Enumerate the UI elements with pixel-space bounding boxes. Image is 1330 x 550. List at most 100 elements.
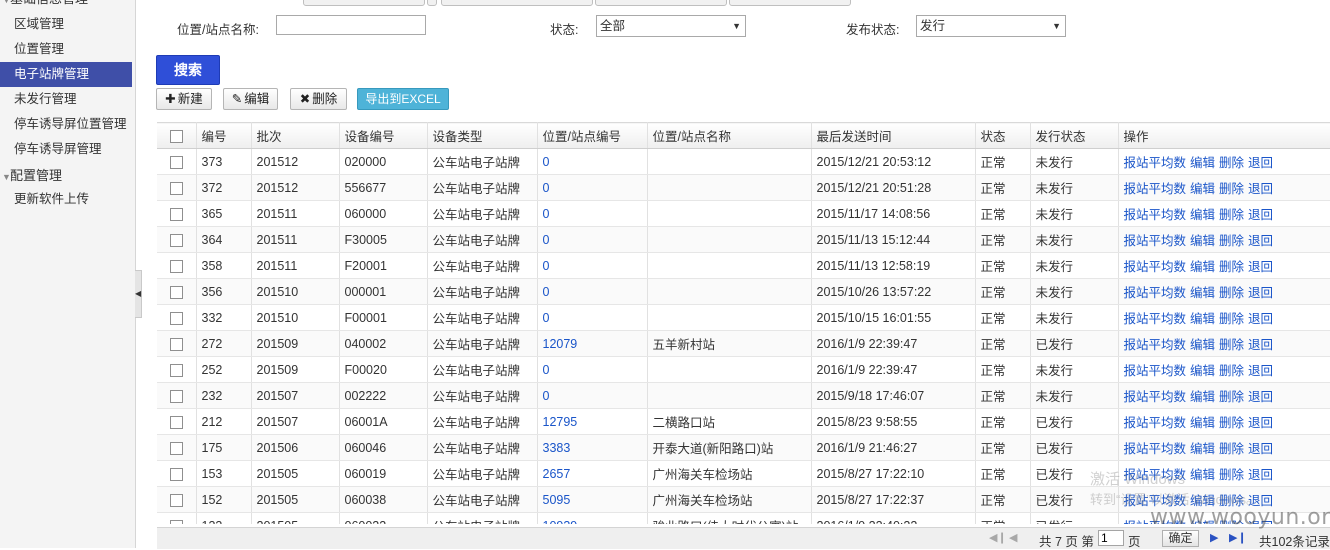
sidebar-item[interactable]: 停车诱导屏管理 <box>0 137 135 162</box>
edit-link[interactable]: 编辑 <box>1190 364 1215 378</box>
select-all-checkbox-cell[interactable] <box>157 122 197 149</box>
last-page-icon[interactable]: ▶❙ <box>1229 531 1247 544</box>
first-page-icon[interactable]: ◀❙ <box>989 531 1007 544</box>
column-header[interactable]: 操作 <box>1118 122 1330 149</box>
stats-link[interactable]: 报站平均数 <box>1124 182 1187 196</box>
cell-station-code[interactable]: 3383 <box>537 434 648 461</box>
table-row[interactable]: 232 201507 002222 公车站电子站牌 0 2015/9/18 17:46:0… <box>157 382 1330 409</box>
table-row[interactable]: 356 201510 000001 公车站电子站牌 0 2015/10/26 13:57:… <box>157 278 1330 305</box>
cell-station-code[interactable]: 0 <box>537 200 648 227</box>
edit-button[interactable]: ✎ 编辑 <box>223 88 278 110</box>
column-header[interactable]: 位置/站点编号 <box>537 122 648 149</box>
table-row[interactable]: 332 201510 F00001 公车站电子站牌 0 2015/10/15 16:01:… <box>157 304 1330 331</box>
sidebar-group-header[interactable]: ▼基础信息管理 <box>0 0 135 10</box>
stats-link[interactable]: 报站平均数 <box>1124 442 1187 456</box>
row-checkbox[interactable] <box>169 260 183 274</box>
tab[interactable] <box>303 0 425 6</box>
return-link[interactable]: 退回 <box>1248 390 1273 404</box>
delete-link[interactable]: 删除 <box>1219 234 1244 248</box>
column-header[interactable]: 设备编号 <box>339 122 428 149</box>
row-checkbox[interactable] <box>169 312 183 326</box>
return-link[interactable]: 退回 <box>1248 156 1273 170</box>
column-header[interactable]: 编号 <box>196 122 252 149</box>
edit-link[interactable]: 编辑 <box>1190 260 1215 274</box>
tab[interactable] <box>441 0 593 6</box>
new-button[interactable]: ✚ 新建 <box>156 88 212 110</box>
row-checkbox[interactable] <box>169 364 183 378</box>
row-checkbox-cell[interactable] <box>157 148 197 175</box>
row-checkbox[interactable] <box>169 338 183 352</box>
edit-link[interactable]: 编辑 <box>1190 390 1215 404</box>
location-filter-input[interactable] <box>276 15 426 35</box>
stats-link[interactable]: 报站平均数 <box>1124 156 1187 170</box>
row-checkbox-cell[interactable] <box>157 174 197 201</box>
edit-link[interactable]: 编辑 <box>1190 208 1215 222</box>
stats-link[interactable]: 报站平均数 <box>1124 364 1187 378</box>
return-link[interactable]: 退回 <box>1248 364 1273 378</box>
delete-button[interactable]: ✖ 删除 <box>290 88 347 110</box>
publish-select[interactable]: 发行 ▼ <box>916 15 1066 37</box>
tab[interactable] <box>595 0 727 6</box>
row-checkbox[interactable] <box>169 442 183 456</box>
column-header[interactable]: 位置/站点名称 <box>647 122 812 149</box>
cell-station-code[interactable]: 0 <box>537 356 648 383</box>
cell-station-code[interactable]: 0 <box>537 304 648 331</box>
table-row[interactable]: 373 201512 020000 公车站电子站牌 0 2015/12/21 20:53:… <box>157 148 1330 175</box>
delete-link[interactable]: 删除 <box>1219 390 1244 404</box>
return-link[interactable]: 退回 <box>1248 260 1273 274</box>
row-checkbox-cell[interactable] <box>157 330 197 357</box>
table-row[interactable]: 364 201511 F30005 公车站电子站牌 0 2015/11/13 15:12:… <box>157 226 1330 253</box>
sidebar-item[interactable]: 电子站牌管理 <box>0 62 132 87</box>
row-checkbox[interactable] <box>169 234 183 248</box>
go-button[interactable]: 确定 <box>1162 530 1199 547</box>
row-checkbox[interactable] <box>169 520 183 524</box>
row-checkbox-cell[interactable] <box>157 356 197 383</box>
edit-link[interactable]: 编辑 <box>1190 156 1215 170</box>
return-link[interactable]: 退回 <box>1248 286 1273 300</box>
stats-link[interactable]: 报站平均数 <box>1124 312 1187 326</box>
column-header[interactable]: 设备类型 <box>427 122 538 149</box>
edit-link[interactable]: 编辑 <box>1190 416 1215 430</box>
row-checkbox-cell[interactable] <box>157 226 197 253</box>
table-row[interactable]: 175 201506 060046 公车站电子站牌 3383 开泰大道(新阳路口)站 201… <box>157 434 1330 461</box>
row-checkbox-cell[interactable] <box>157 486 197 513</box>
cell-station-code[interactable]: 0 <box>537 174 648 201</box>
sidebar-item[interactable]: 未发行管理 <box>0 87 135 112</box>
row-checkbox[interactable] <box>169 182 183 196</box>
return-link[interactable]: 退回 <box>1248 182 1273 196</box>
row-checkbox[interactable] <box>169 416 183 430</box>
row-checkbox[interactable] <box>169 156 183 170</box>
export-excel-button[interactable]: 导出到EXCEL <box>357 88 449 110</box>
delete-link[interactable]: 删除 <box>1219 156 1244 170</box>
row-checkbox-cell[interactable] <box>157 304 197 331</box>
sidebar-item[interactable]: 位置管理 <box>0 37 135 62</box>
sidebar-item[interactable]: 区域管理 <box>0 12 135 37</box>
row-checkbox[interactable] <box>169 468 183 482</box>
row-checkbox[interactable] <box>169 494 183 508</box>
delete-link[interactable]: 删除 <box>1219 338 1244 352</box>
row-checkbox-cell[interactable] <box>157 252 197 279</box>
row-checkbox-cell[interactable] <box>157 200 197 227</box>
column-header[interactable]: 批次 <box>251 122 340 149</box>
row-checkbox[interactable] <box>169 390 183 404</box>
stats-link[interactable]: 报站平均数 <box>1124 260 1187 274</box>
table-row[interactable]: 358 201511 F20001 公车站电子站牌 0 2015/11/13 12:58:… <box>157 252 1330 279</box>
delete-link[interactable]: 删除 <box>1219 208 1244 222</box>
table-row[interactable]: 372 201512 556677 公车站电子站牌 0 2015/12/21 20:51:… <box>157 174 1330 201</box>
sidebar-group-header[interactable]: ▼配置管理 <box>0 165 135 187</box>
cell-station-code[interactable]: 0 <box>537 252 648 279</box>
search-button[interactable]: 搜索 <box>156 55 220 85</box>
delete-link[interactable]: 删除 <box>1219 364 1244 378</box>
return-link[interactable]: 退回 <box>1248 312 1273 326</box>
cell-station-code[interactable]: 12079 <box>537 330 648 357</box>
cell-station-code[interactable]: 12795 <box>537 408 648 435</box>
row-checkbox-cell[interactable] <box>157 460 197 487</box>
cell-station-code[interactable]: 0 <box>537 148 648 175</box>
stats-link[interactable]: 报站平均数 <box>1124 338 1187 352</box>
status-select[interactable]: 全部 ▼ <box>596 15 746 37</box>
edit-link[interactable]: 编辑 <box>1190 338 1215 352</box>
select-all-checkbox[interactable] <box>169 130 183 144</box>
return-link[interactable]: 退回 <box>1248 442 1273 456</box>
table-row[interactable]: 212 201507 06001A 公车站电子站牌 12795 二横路口站 2015/8/2… <box>157 408 1330 435</box>
stats-link[interactable]: 报站平均数 <box>1124 390 1187 404</box>
